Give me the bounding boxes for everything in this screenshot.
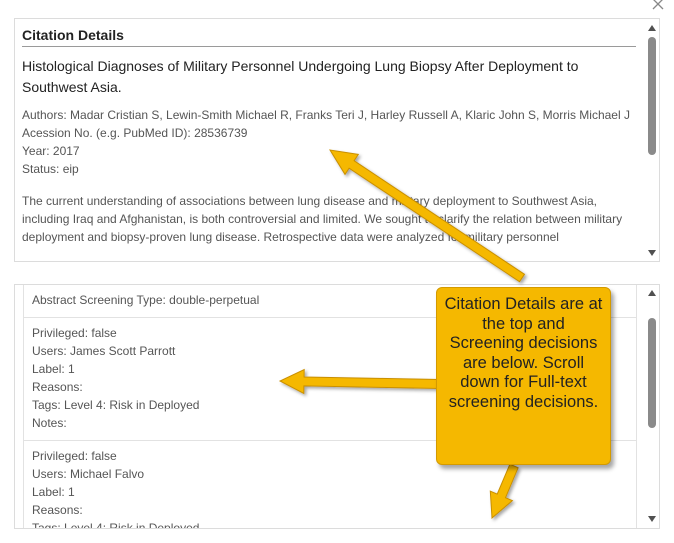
- citation-details-panel: Citation Details Histological Diagnoses …: [14, 18, 660, 262]
- scroll-down-arrow-icon[interactable]: [648, 516, 656, 522]
- screening-scrollbar[interactable]: [644, 285, 659, 528]
- citation-accession: Acession No. (e.g. PubMed ID): 28536739: [22, 126, 248, 140]
- citation-abstract: The current understanding of association…: [22, 194, 623, 244]
- decision-reasons: Reasons:: [32, 503, 83, 517]
- scrollbar-thumb[interactable]: [648, 318, 656, 428]
- citation-meta: Authors: Madar Cristian S, Lewin-Smith M…: [22, 106, 637, 178]
- scroll-up-arrow-icon[interactable]: [648, 290, 656, 296]
- annotation-callout: Citation Details are at the top and Scre…: [436, 287, 611, 465]
- decision-users: Users: Michael Falvo: [32, 467, 145, 481]
- scroll-down-arrow-icon[interactable]: [648, 250, 656, 256]
- citation-year: Year: 2017: [22, 144, 80, 158]
- article-title: Histological Diagnoses of Military Perso…: [22, 58, 579, 95]
- citation-authors: Authors: Madar Cristian S, Lewin-Smith M…: [22, 108, 630, 122]
- citation-scrollbar[interactable]: [644, 19, 659, 261]
- decision-tags: Tags: Level 4: Risk in Deployed: [32, 521, 200, 529]
- citation-status: Status: eip: [22, 162, 79, 176]
- scrollbar-thumb[interactable]: [648, 37, 656, 155]
- scroll-up-arrow-icon[interactable]: [648, 25, 656, 31]
- decision-label: Label: 1: [32, 485, 75, 499]
- citation-details-heading: Citation Details: [22, 27, 636, 47]
- close-icon[interactable]: [650, 0, 666, 12]
